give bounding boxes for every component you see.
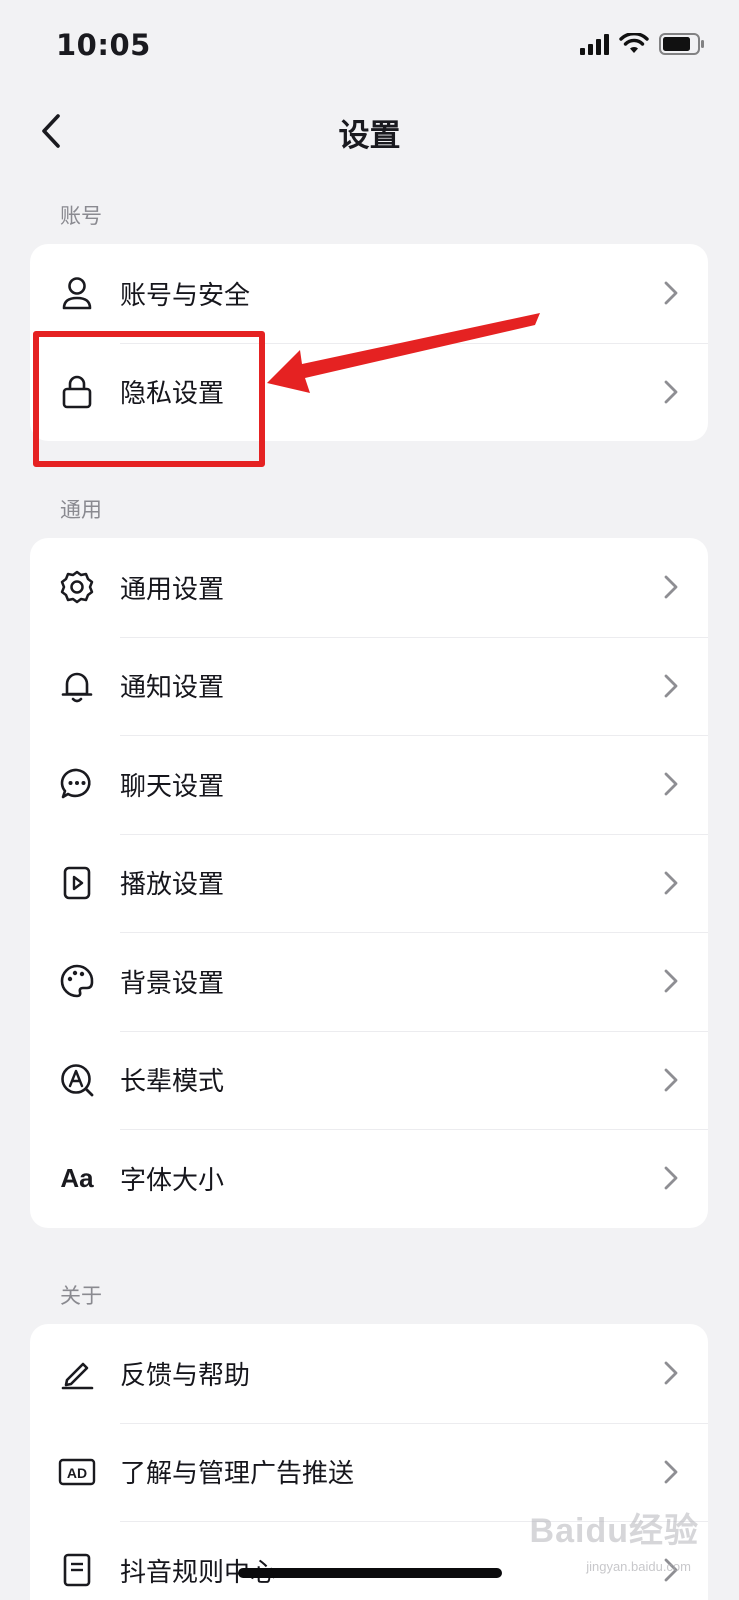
- play-icon: [58, 864, 96, 902]
- settings-item-label: 通用设置: [120, 574, 225, 605]
- chevron-right-icon: [664, 772, 678, 796]
- nav-bar: 设置: [0, 94, 739, 168]
- user-icon: [58, 274, 96, 312]
- chevron-right-icon: [664, 871, 678, 895]
- general-card: 通用设置 通知设置 聊天设置 播放设置 背景设置 长辈模式 Aa 字体大小: [30, 538, 708, 1228]
- home-indicator[interactable]: [238, 1568, 502, 1578]
- chevron-right-icon: [664, 1068, 678, 1092]
- svg-text:AD: AD: [67, 1465, 87, 1481]
- settings-item-label: 长辈模式: [120, 1067, 225, 1098]
- settings-item-elder-mode[interactable]: 长辈模式: [30, 1030, 708, 1130]
- settings-item-label: 隐私设置: [120, 379, 225, 410]
- settings-item-privacy[interactable]: 隐私设置: [30, 342, 708, 442]
- settings-item-feedback[interactable]: 反馈与帮助: [30, 1324, 708, 1423]
- settings-item-label: 字体大小: [120, 1165, 225, 1196]
- elder-mode-icon: [58, 1061, 96, 1099]
- ad-icon: AD: [58, 1453, 96, 1491]
- chevron-right-icon: [664, 1361, 678, 1385]
- lock-icon: [58, 373, 96, 411]
- chat-bubble-icon: [58, 765, 96, 803]
- status-bar: 10:05: [0, 0, 739, 94]
- watermark-subtext: jingyan.baidu.com: [586, 1559, 691, 1574]
- section-title-general: 通用: [60, 498, 102, 522]
- chevron-right-icon: [664, 969, 678, 993]
- chevron-right-icon: [664, 1166, 678, 1190]
- watermark: Baidu经验: [529, 1512, 699, 1550]
- settings-item-account-security[interactable]: 账号与安全: [30, 244, 708, 343]
- gear-icon: [58, 568, 96, 606]
- settings-item-label: 播放设置: [120, 870, 225, 901]
- chevron-right-icon: [664, 1460, 678, 1484]
- account-card: 账号与安全 隐私设置: [30, 244, 708, 441]
- settings-item-label: 了解与管理广告推送: [120, 1459, 355, 1490]
- settings-item-label: 反馈与帮助: [120, 1360, 251, 1391]
- settings-item-label: 账号与安全: [120, 280, 251, 311]
- wifi-icon: [619, 33, 649, 53]
- palette-icon: [58, 962, 96, 1000]
- settings-item-label: 聊天设置: [120, 771, 225, 802]
- settings-item-label: 通知设置: [120, 673, 225, 704]
- chevron-right-icon: [664, 380, 678, 404]
- chevron-right-icon: [664, 281, 678, 305]
- section-title-account: 账号: [60, 204, 102, 228]
- document-icon: [58, 1551, 96, 1589]
- battery-icon: [659, 33, 704, 55]
- settings-item-general[interactable]: 通用设置: [30, 538, 708, 637]
- font-size-icon: Aa: [60, 1162, 94, 1193]
- settings-item-label: 背景设置: [120, 968, 225, 999]
- page-title: 设置: [338, 118, 401, 154]
- settings-item-notifications[interactable]: 通知设置: [30, 636, 708, 736]
- settings-item-background[interactable]: 背景设置: [30, 932, 708, 1031]
- settings-item-playback[interactable]: 播放设置: [30, 833, 708, 933]
- section-title-about: 关于: [60, 1284, 102, 1308]
- status-icons: [580, 33, 705, 55]
- signal-icon: [580, 33, 609, 55]
- bell-icon: [58, 667, 96, 705]
- chevron-right-icon: [664, 575, 678, 599]
- settings-item-chat[interactable]: 聊天设置: [30, 735, 708, 834]
- pencil-icon: [58, 1354, 96, 1392]
- settings-item-font-size[interactable]: Aa 字体大小: [30, 1129, 708, 1228]
- chevron-right-icon: [664, 674, 678, 698]
- settings-screen: 10:05 设置 账号 账号与安全 隐私设置 通用 通用设置 通知设置 聊天设置…: [0, 0, 739, 1600]
- status-time: 10:05: [56, 28, 151, 62]
